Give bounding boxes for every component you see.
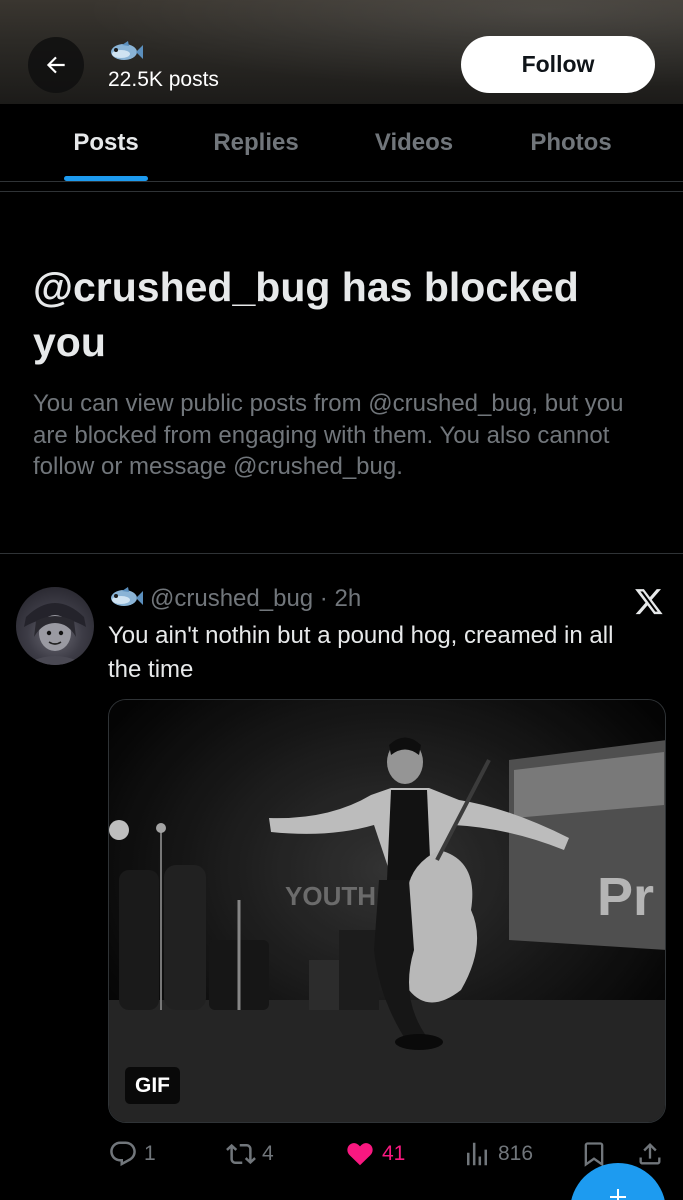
post-media-gif[interactable]: Pr YOUTH GIF (108, 699, 666, 1123)
avatar[interactable] (16, 587, 94, 665)
tab-videos[interactable]: Videos (375, 129, 453, 157)
fish-emoji-icon (108, 586, 144, 615)
views-button[interactable]: 816 (462, 1138, 533, 1170)
tab-posts[interactable]: Posts (73, 129, 138, 157)
arrow-left-icon (46, 56, 65, 74)
gif-frame: Pr YOUTH (109, 700, 665, 1122)
like-count: 41 (382, 1142, 406, 1165)
reply-count: 1 (144, 1142, 156, 1165)
follow-button[interactable]: Follow (461, 36, 655, 93)
gif-badge: GIF (125, 1067, 180, 1104)
back-button[interactable] (28, 37, 84, 93)
compose-icon (610, 1189, 626, 1200)
reply-icon (110, 1141, 136, 1167)
post-text: You ain't nothin but a pound hog, creame… (108, 622, 614, 683)
tab-photos[interactable]: Photos (530, 129, 611, 157)
profile-header: 22.5K posts Follow (0, 0, 683, 104)
post-handle-time[interactable]: @crushed_bug · 2h (150, 585, 361, 613)
active-tab-indicator (64, 176, 148, 181)
share-icon (639, 1143, 661, 1165)
divider (0, 553, 683, 554)
fish-emoji-icon (108, 40, 144, 69)
posts-count: 22.5K posts (108, 68, 219, 91)
tab-replies[interactable]: Replies (213, 129, 298, 157)
reply-button[interactable]: 1 (108, 1138, 156, 1170)
profile-tabs: Posts Replies Videos Photos (0, 104, 683, 182)
repost-button[interactable]: 4 (226, 1138, 274, 1170)
x-logo-icon[interactable] (634, 586, 664, 621)
blocked-title: @crushed_bug has blocked you (33, 264, 579, 365)
repost-count: 4 (262, 1142, 274, 1165)
share-button[interactable] (636, 1138, 664, 1170)
views-count: 816 (498, 1142, 534, 1165)
divider (0, 191, 683, 192)
like-button[interactable]: 41 (344, 1138, 405, 1170)
repost-icon (226, 1143, 256, 1165)
views-icon (467, 1142, 487, 1166)
blocked-description: You can view public posts from @crushed_… (33, 390, 624, 480)
heart-icon (347, 1143, 373, 1166)
